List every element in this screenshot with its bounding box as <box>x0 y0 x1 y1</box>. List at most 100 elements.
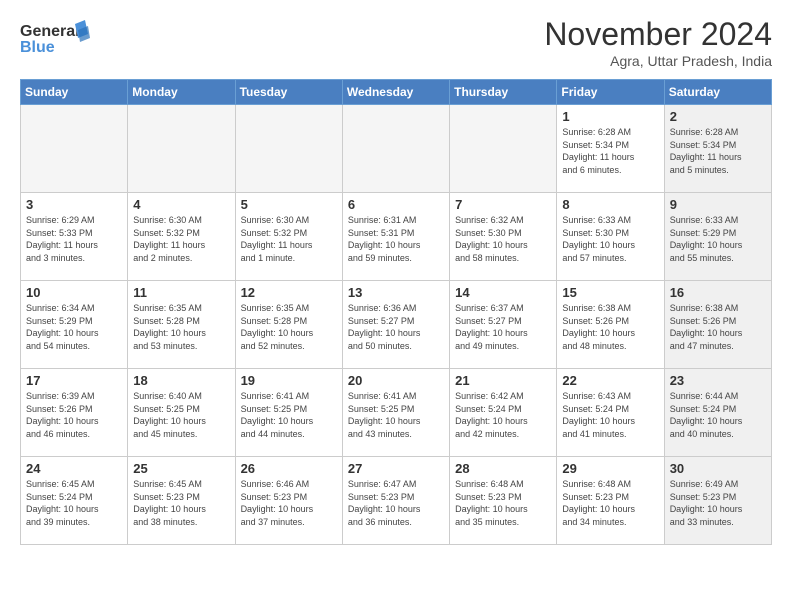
calendar-day: 3 Sunrise: 6:29 AMSunset: 5:33 PMDaylight… <box>21 193 128 281</box>
day-number: 8 <box>562 197 658 212</box>
day-number: 16 <box>670 285 766 300</box>
day-info: Sunrise: 6:32 AMSunset: 5:30 PMDaylight:… <box>455 214 551 264</box>
day-number: 5 <box>241 197 337 212</box>
calendar-week-5: 24 Sunrise: 6:45 AMSunset: 5:24 PMDayligh… <box>21 457 772 545</box>
day-info: Sunrise: 6:39 AMSunset: 5:26 PMDaylight:… <box>26 390 122 440</box>
day-info: Sunrise: 6:44 AMSunset: 5:24 PMDaylight:… <box>670 390 766 440</box>
calendar-day: 30 Sunrise: 6:49 AMSunset: 5:23 PMDayligh… <box>664 457 771 545</box>
day-number: 10 <box>26 285 122 300</box>
day-info: Sunrise: 6:38 AMSunset: 5:26 PMDaylight:… <box>670 302 766 352</box>
day-number: 30 <box>670 461 766 476</box>
day-info: Sunrise: 6:46 AMSunset: 5:23 PMDaylight:… <box>241 478 337 528</box>
calendar-day: 23 Sunrise: 6:44 AMSunset: 5:24 PMDayligh… <box>664 369 771 457</box>
calendar-day: 10 Sunrise: 6:34 AMSunset: 5:29 PMDayligh… <box>21 281 128 369</box>
calendar-day: 24 Sunrise: 6:45 AMSunset: 5:24 PMDayligh… <box>21 457 128 545</box>
calendar-day: 25Sunrise: 6:45 AMSunset: 5:23 PMDayligh… <box>128 457 235 545</box>
calendar-day: 17 Sunrise: 6:39 AMSunset: 5:26 PMDayligh… <box>21 369 128 457</box>
day-info: Sunrise: 6:45 AMSunset: 5:23 PMDaylight:… <box>133 478 229 528</box>
day-number: 3 <box>26 197 122 212</box>
day-info: Sunrise: 6:33 AMSunset: 5:29 PMDaylight:… <box>670 214 766 264</box>
calendar-day: 14 Sunrise: 6:37 AMSunset: 5:27 PMDayligh… <box>450 281 557 369</box>
calendar-day: 6 Sunrise: 6:31 AMSunset: 5:31 PMDaylight… <box>342 193 449 281</box>
calendar-day: 1 Sunrise: 6:28 AMSunset: 5:34 PMDaylight… <box>557 105 664 193</box>
weekday-header-monday: Monday <box>128 80 235 105</box>
calendar-day <box>235 105 342 193</box>
calendar-day: 12 Sunrise: 6:35 AMSunset: 5:28 PMDayligh… <box>235 281 342 369</box>
day-info: Sunrise: 6:35 AMSunset: 5:28 PMDaylight:… <box>241 302 337 352</box>
day-info: Sunrise: 6:35 AMSunset: 5:28 PMDaylight:… <box>133 302 229 352</box>
calendar-day: 26 Sunrise: 6:46 AMSunset: 5:23 PMDayligh… <box>235 457 342 545</box>
day-number: 13 <box>348 285 444 300</box>
calendar-day: 20Sunrise: 6:41 AMSunset: 5:25 PMDayligh… <box>342 369 449 457</box>
weekday-header-wednesday: Wednesday <box>342 80 449 105</box>
calendar-day: 8 Sunrise: 6:33 AMSunset: 5:30 PMDaylight… <box>557 193 664 281</box>
weekday-header-thursday: Thursday <box>450 80 557 105</box>
calendar-day: 5 Sunrise: 6:30 AMSunset: 5:32 PMDaylight… <box>235 193 342 281</box>
weekday-header-tuesday: Tuesday <box>235 80 342 105</box>
day-number: 26 <box>241 461 337 476</box>
weekday-header-sunday: Sunday <box>21 80 128 105</box>
day-number: 22 <box>562 373 658 388</box>
day-number: 24 <box>26 461 122 476</box>
day-number: 21 <box>455 373 551 388</box>
calendar-day: 7 Sunrise: 6:32 AMSunset: 5:30 PMDaylight… <box>450 193 557 281</box>
day-number: 28 <box>455 461 551 476</box>
day-number: 29 <box>562 461 658 476</box>
calendar-day: 18Sunrise: 6:40 AMSunset: 5:25 PMDayligh… <box>128 369 235 457</box>
calendar-day: 2Sunrise: 6:28 AMSunset: 5:34 PMDaylight… <box>664 105 771 193</box>
header: General Blue November 2024 Agra, Uttar P… <box>20 16 772 69</box>
day-info: Sunrise: 6:34 AMSunset: 5:29 PMDaylight:… <box>26 302 122 352</box>
day-number: 17 <box>26 373 122 388</box>
day-info: Sunrise: 6:29 AMSunset: 5:33 PMDaylight:… <box>26 214 122 264</box>
day-info: Sunrise: 6:33 AMSunset: 5:30 PMDaylight:… <box>562 214 658 264</box>
day-info: Sunrise: 6:38 AMSunset: 5:26 PMDaylight:… <box>562 302 658 352</box>
day-number: 6 <box>348 197 444 212</box>
svg-text:Blue: Blue <box>20 39 55 56</box>
calendar-day: 27Sunrise: 6:47 AMSunset: 5:23 PMDayligh… <box>342 457 449 545</box>
calendar-day: 29 Sunrise: 6:48 AMSunset: 5:23 PMDayligh… <box>557 457 664 545</box>
title-block: November 2024 Agra, Uttar Pradesh, India <box>544 16 772 69</box>
logo: General Blue <box>20 16 90 56</box>
day-info: Sunrise: 6:30 AMSunset: 5:32 PMDaylight:… <box>241 214 337 264</box>
day-info: Sunrise: 6:37 AMSunset: 5:27 PMDaylight:… <box>455 302 551 352</box>
day-info: Sunrise: 6:43 AMSunset: 5:24 PMDaylight:… <box>562 390 658 440</box>
weekday-header-row: SundayMondayTuesdayWednesdayThursdayFrid… <box>21 80 772 105</box>
calendar-day: 9Sunrise: 6:33 AMSunset: 5:29 PMDaylight… <box>664 193 771 281</box>
day-number: 14 <box>455 285 551 300</box>
calendar-day <box>342 105 449 193</box>
day-info: Sunrise: 6:41 AMSunset: 5:25 PMDaylight:… <box>241 390 337 440</box>
day-number: 23 <box>670 373 766 388</box>
day-number: 20 <box>348 373 444 388</box>
calendar-day <box>128 105 235 193</box>
calendar-day: 15 Sunrise: 6:38 AMSunset: 5:26 PMDayligh… <box>557 281 664 369</box>
day-number: 27 <box>348 461 444 476</box>
day-info: Sunrise: 6:28 AMSunset: 5:34 PMDaylight:… <box>562 126 658 176</box>
day-number: 12 <box>241 285 337 300</box>
calendar-week-3: 10 Sunrise: 6:34 AMSunset: 5:29 PMDayligh… <box>21 281 772 369</box>
day-number: 15 <box>562 285 658 300</box>
day-info: Sunrise: 6:30 AMSunset: 5:32 PMDaylight:… <box>133 214 229 264</box>
calendar-week-1: 1 Sunrise: 6:28 AMSunset: 5:34 PMDaylight… <box>21 105 772 193</box>
calendar-table: SundayMondayTuesdayWednesdayThursdayFrid… <box>20 79 772 545</box>
calendar-day: 21 Sunrise: 6:42 AMSunset: 5:24 PMDayligh… <box>450 369 557 457</box>
day-info: Sunrise: 6:36 AMSunset: 5:27 PMDaylight:… <box>348 302 444 352</box>
day-info: Sunrise: 6:48 AMSunset: 5:23 PMDaylight:… <box>455 478 551 528</box>
day-number: 11 <box>133 285 229 300</box>
day-number: 2 <box>670 109 766 124</box>
calendar-day: 11 Sunrise: 6:35 AMSunset: 5:28 PMDayligh… <box>128 281 235 369</box>
weekday-header-friday: Friday <box>557 80 664 105</box>
calendar-day: 4Sunrise: 6:30 AMSunset: 5:32 PMDaylight… <box>128 193 235 281</box>
day-info: Sunrise: 6:49 AMSunset: 5:23 PMDaylight:… <box>670 478 766 528</box>
day-number: 7 <box>455 197 551 212</box>
svg-text:General: General <box>20 23 80 40</box>
day-info: Sunrise: 6:48 AMSunset: 5:23 PMDaylight:… <box>562 478 658 528</box>
day-info: Sunrise: 6:45 AMSunset: 5:24 PMDaylight:… <box>26 478 122 528</box>
day-info: Sunrise: 6:31 AMSunset: 5:31 PMDaylight:… <box>348 214 444 264</box>
day-number: 18 <box>133 373 229 388</box>
calendar-week-2: 3 Sunrise: 6:29 AMSunset: 5:33 PMDaylight… <box>21 193 772 281</box>
logo-icon: General Blue <box>20 16 90 56</box>
day-number: 1 <box>562 109 658 124</box>
calendar-day <box>21 105 128 193</box>
day-info: Sunrise: 6:42 AMSunset: 5:24 PMDaylight:… <box>455 390 551 440</box>
calendar-day: 13 Sunrise: 6:36 AMSunset: 5:27 PMDayligh… <box>342 281 449 369</box>
